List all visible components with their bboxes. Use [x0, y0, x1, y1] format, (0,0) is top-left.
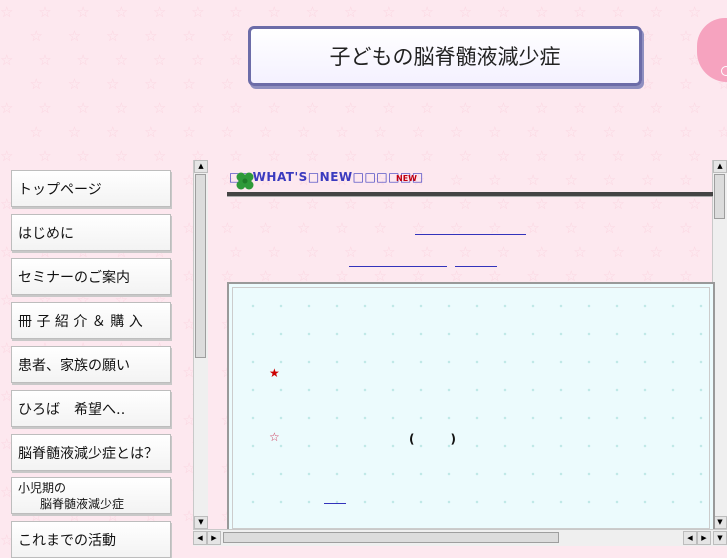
nav-item-label: トップページ — [18, 181, 102, 198]
parenthesis-text: ( ) — [409, 432, 456, 446]
scroll-thumb[interactable] — [223, 532, 559, 543]
heading-divider — [227, 192, 713, 197]
nav-item-label: はじめに — [18, 225, 74, 242]
nav-item-label: 患者、家族の願い — [18, 357, 130, 374]
smile-icon — [721, 66, 727, 76]
scroll-up-icon[interactable]: ▲ — [713, 160, 727, 173]
nav-item-booklet[interactable]: 冊 子 紹 介 ＆ 購 入 — [11, 302, 171, 339]
clover-icon — [236, 172, 254, 190]
nav-item-seminar[interactable]: セミナーのご案内 — [11, 258, 171, 295]
whats-new-heading: □□WHAT'S□NEW□□□□□□ — [229, 170, 424, 184]
page-title: 子どもの脳脊髄液減少症 — [248, 26, 642, 86]
news-link[interactable] — [349, 266, 447, 267]
scroll-down-icon[interactable]: ▼ — [194, 516, 208, 529]
nav-item-top-page[interactable]: トップページ — [11, 170, 171, 207]
news-content-box: ★ ☆ ( ) — [227, 282, 715, 534]
nav-item-label: これまでの活動 — [18, 532, 116, 549]
nav-item-hiroba[interactable]: ひろば 希望へ‥ — [11, 390, 171, 427]
scroll-left-icon[interactable]: ◀ — [683, 531, 697, 545]
content-link[interactable] — [324, 503, 346, 504]
nav-item-label: 冊 子 紹 介 ＆ 購 入 — [18, 313, 143, 330]
nav-item-about-disease[interactable]: 脳脊髄液減少症とは？ — [11, 434, 171, 471]
scroll-down-icon[interactable]: ▼ — [713, 516, 727, 529]
star-filled-icon: ★ — [269, 366, 280, 380]
nav-item-label: ひろば 希望へ‥ — [18, 401, 126, 418]
scroll-left-icon[interactable]: ◀ — [193, 531, 207, 545]
scroll-right-icon[interactable]: ▶ — [207, 531, 221, 545]
page-title-text: 子どもの脳脊髄液減少症 — [329, 45, 561, 69]
nav-item-introduction[interactable]: はじめに — [11, 214, 171, 251]
scroll-thumb[interactable] — [714, 174, 725, 219]
star-outline-icon: ☆ — [269, 430, 280, 444]
scroll-right-icon[interactable]: ▶ — [697, 531, 711, 545]
news-link[interactable] — [455, 266, 497, 267]
nav-item-label: 脳脊髄液減少症とは？ — [18, 445, 158, 462]
nav-item-label-line2: 脳脊髄液減少症 — [40, 496, 125, 511]
nav-item-activities[interactable]: これまでの活動 — [11, 521, 171, 558]
horizontal-scrollbar[interactable]: ◀ ▶ ◀ ▶ ▼ — [193, 529, 727, 546]
scroll-thumb[interactable] — [195, 174, 206, 358]
nav-item-label: セミナーのご案内 — [18, 269, 130, 286]
nav-frame-scrollbar[interactable]: ▲ ▼ — [193, 160, 208, 529]
nav-item-label-line1: 小児期の — [18, 480, 67, 495]
news-link[interactable] — [415, 234, 526, 235]
news-content-inner — [232, 287, 710, 529]
nav-item-wishes[interactable]: 患者、家族の願い — [11, 346, 171, 383]
nav-item-childhood[interactable]: 小児期の 脳脊髄液減少症 — [11, 477, 171, 514]
scroll-down-icon[interactable]: ▼ — [713, 531, 727, 545]
new-badge: NEW — [396, 174, 417, 183]
scroll-up-icon[interactable]: ▲ — [194, 160, 208, 173]
